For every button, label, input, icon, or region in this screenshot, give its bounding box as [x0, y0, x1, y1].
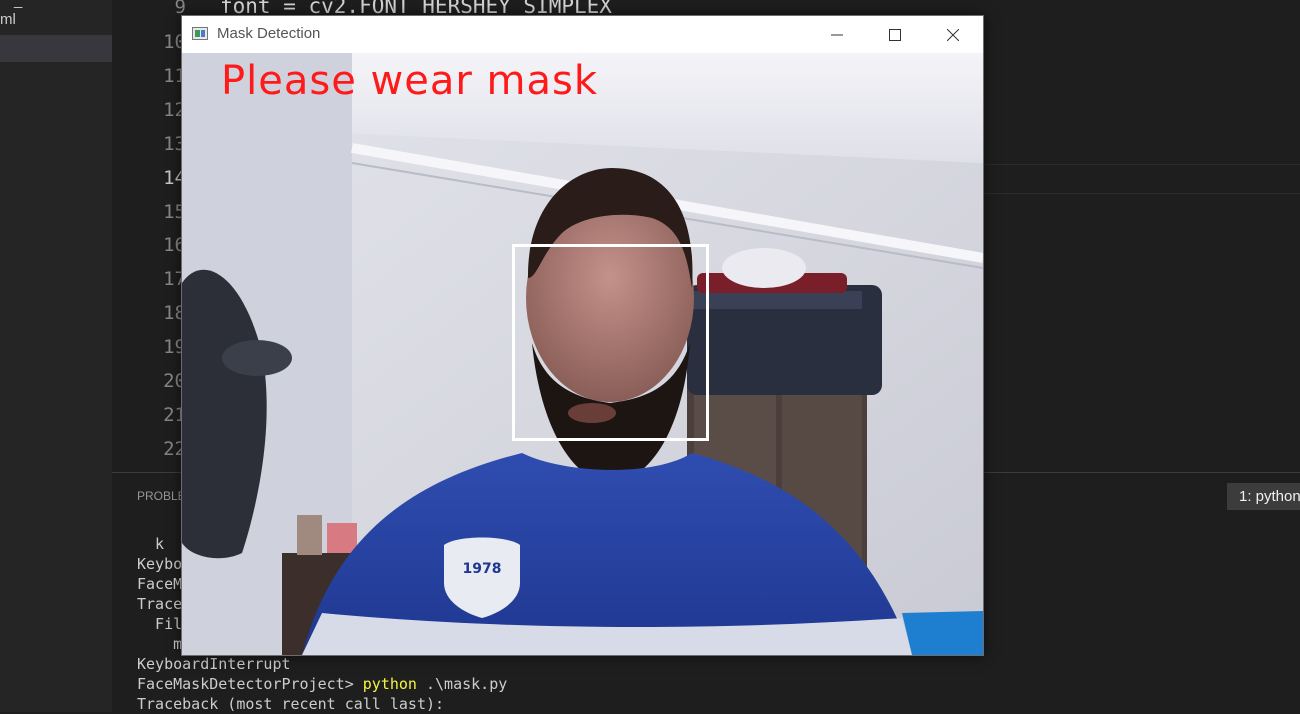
terminal-prompt-line: FaceMaskDetectorProject> python .\mask.p…: [137, 674, 507, 694]
terminal-select[interactable]: 1: python: [1227, 483, 1300, 510]
window-title: Mask Detection: [217, 25, 321, 42]
terminal-command: python: [362, 675, 417, 693]
line-number: 10: [163, 31, 186, 53]
mask-detection-window[interactable]: Mask Detection 1978 Please wear mask: [181, 15, 984, 656]
sidebar-item[interactable]: ml: [0, 11, 16, 28]
terminal-line: Fil: [137, 615, 183, 633]
maximize-button[interactable]: [866, 16, 924, 53]
terminal-line: Trace: [137, 595, 183, 613]
line-number: 18: [163, 302, 186, 324]
terminal-line: KeyboardInterrupt: [137, 655, 291, 673]
line-number: 22: [163, 438, 186, 460]
close-icon: [947, 28, 959, 41]
line-number-active: 14: [163, 167, 186, 189]
terminal-command-args: .\mask.py: [416, 675, 508, 693]
window-titlebar[interactable]: Mask Detection: [182, 16, 983, 53]
camera-frame: 1978 Please wear mask: [182, 53, 983, 655]
line-number: 9: [174, 0, 186, 18]
line-number: 12: [163, 99, 186, 121]
close-button[interactable]: [924, 16, 982, 53]
line-number: 13: [163, 133, 186, 155]
current-line-highlight: [984, 164, 1300, 194]
line-number: 16: [163, 234, 186, 256]
shirt-emblem-text: 1978: [463, 561, 502, 577]
sidebar-item[interactable]: _: [14, 0, 22, 9]
line-number: 17: [163, 268, 186, 290]
face-bounding-box: [512, 244, 709, 441]
line-number: 20: [163, 370, 186, 392]
terminal-line: m: [137, 635, 183, 653]
terminal-line: FaceM: [137, 575, 183, 593]
line-number: 19: [163, 336, 186, 358]
line-number: 11: [163, 65, 186, 87]
maximize-icon: [889, 28, 901, 41]
line-number: 21: [163, 404, 186, 426]
mask-warning-text: Please wear mask: [221, 58, 598, 104]
explorer-sidebar: _ ml: [0, 0, 112, 712]
minimize-button[interactable]: [808, 16, 866, 53]
minimize-icon: [831, 34, 843, 35]
terminal-prompt: FaceMaskDetectorProject>: [137, 675, 363, 693]
terminal-line: Traceback (most recent call last):: [137, 695, 445, 713]
line-number: 15: [163, 201, 186, 223]
terminal-line: k: [137, 535, 165, 553]
terminal-line: Keybo: [137, 555, 183, 573]
sidebar-selected-row[interactable]: [0, 35, 112, 62]
app-icon: [192, 27, 208, 40]
